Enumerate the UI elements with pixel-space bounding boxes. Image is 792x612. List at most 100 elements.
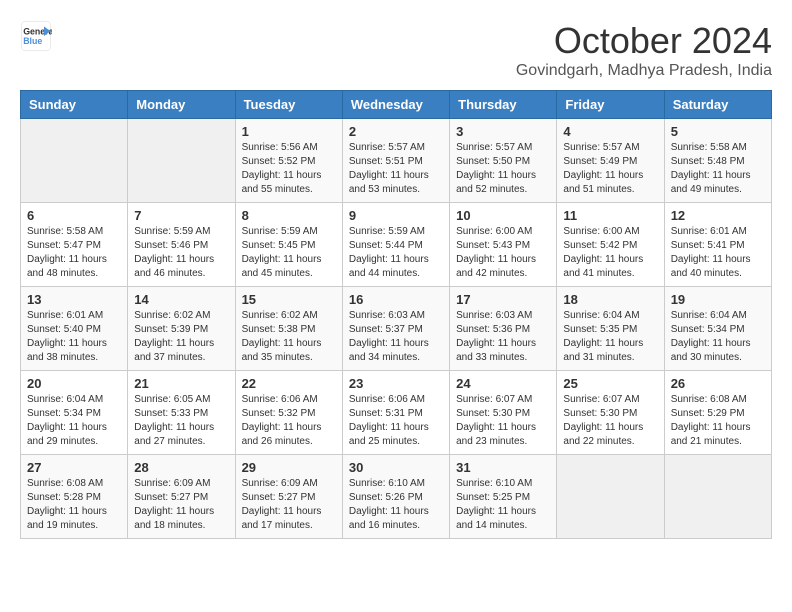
calendar-cell: 2 Sunrise: 5:57 AMSunset: 5:51 PMDaylight… <box>342 119 449 203</box>
calendar-cell: 9 Sunrise: 5:59 AMSunset: 5:44 PMDaylight… <box>342 203 449 287</box>
calendar-cell: 3 Sunrise: 5:57 AMSunset: 5:50 PMDaylight… <box>450 119 557 203</box>
weekday-header-saturday: Saturday <box>664 91 771 119</box>
cell-info: Sunrise: 5:56 AMSunset: 5:52 PMDaylight:… <box>242 141 336 197</box>
location-title: Govindgarh, Madhya Pradesh, India <box>516 62 772 80</box>
cell-info: Sunrise: 5:59 AMSunset: 5:46 PMDaylight:… <box>134 225 228 281</box>
day-number: 4 <box>563 124 657 139</box>
calendar-cell: 7 Sunrise: 5:59 AMSunset: 5:46 PMDaylight… <box>128 203 235 287</box>
weekday-header-friday: Friday <box>557 91 664 119</box>
cell-info: Sunrise: 6:02 AMSunset: 5:39 PMDaylight:… <box>134 309 228 365</box>
calendar-cell: 30Sunrise: 6:10 AMSunset: 5:26 PMDayligh… <box>342 455 449 539</box>
day-number: 9 <box>349 208 443 223</box>
weekday-header-thursday: Thursday <box>450 91 557 119</box>
cell-info: Sunrise: 5:58 AMSunset: 5:48 PMDaylight:… <box>671 141 765 197</box>
day-number: 6 <box>27 208 121 223</box>
day-number: 15 <box>242 292 336 307</box>
cell-info: Sunrise: 6:10 AMSunset: 5:25 PMDaylight:… <box>456 477 550 533</box>
day-number: 8 <box>242 208 336 223</box>
weekday-header-sunday: Sunday <box>21 91 128 119</box>
cell-info: Sunrise: 6:04 AMSunset: 5:35 PMDaylight:… <box>563 309 657 365</box>
day-number: 28 <box>134 460 228 475</box>
weekday-header-monday: Monday <box>128 91 235 119</box>
calendar-cell: 15 Sunrise: 6:02 AMSunset: 5:38 PMDayligh… <box>235 287 342 371</box>
calendar-cell <box>557 455 664 539</box>
cell-info: Sunrise: 5:57 AMSunset: 5:50 PMDaylight:… <box>456 141 550 197</box>
day-number: 3 <box>456 124 550 139</box>
calendar-cell: 13 Sunrise: 6:01 AMSunset: 5:40 PMDayligh… <box>21 287 128 371</box>
calendar-cell: 28Sunrise: 6:09 AMSunset: 5:27 PMDayligh… <box>128 455 235 539</box>
calendar-cell: 1 Sunrise: 5:56 AMSunset: 5:52 PMDaylight… <box>235 119 342 203</box>
weekday-header-wednesday: Wednesday <box>342 91 449 119</box>
day-number: 7 <box>134 208 228 223</box>
cell-info: Sunrise: 6:03 AMSunset: 5:37 PMDaylight:… <box>349 309 443 365</box>
calendar-cell: 29 Sunrise: 6:09 AMSunset: 5:27 PMDayligh… <box>235 455 342 539</box>
day-number: 19 <box>671 292 765 307</box>
calendar-cell <box>664 455 771 539</box>
weekday-header-tuesday: Tuesday <box>235 91 342 119</box>
day-number: 18 <box>563 292 657 307</box>
calendar-cell: 21Sunrise: 6:05 AMSunset: 5:33 PMDayligh… <box>128 371 235 455</box>
cell-info: Sunrise: 6:00 AMSunset: 5:42 PMDaylight:… <box>563 225 657 281</box>
cell-info: Sunrise: 6:03 AMSunset: 5:36 PMDaylight:… <box>456 309 550 365</box>
page-header: General Blue October 2024 Govindgarh, Ma… <box>20 20 772 80</box>
day-number: 2 <box>349 124 443 139</box>
calendar-cell: 22 Sunrise: 6:06 AMSunset: 5:32 PMDayligh… <box>235 371 342 455</box>
calendar-cell <box>128 119 235 203</box>
calendar-cell: 4 Sunrise: 5:57 AMSunset: 5:49 PMDaylight… <box>557 119 664 203</box>
calendar-cell: 19 Sunrise: 6:04 AMSunset: 5:34 PMDayligh… <box>664 287 771 371</box>
cell-info: Sunrise: 5:57 AMSunset: 5:51 PMDaylight:… <box>349 141 443 197</box>
calendar-cell: 16Sunrise: 6:03 AMSunset: 5:37 PMDayligh… <box>342 287 449 371</box>
cell-info: Sunrise: 6:07 AMSunset: 5:30 PMDaylight:… <box>456 393 550 449</box>
cell-info: Sunrise: 5:58 AMSunset: 5:47 PMDaylight:… <box>27 225 121 281</box>
day-number: 17 <box>456 292 550 307</box>
day-number: 24 <box>456 376 550 391</box>
cell-info: Sunrise: 6:07 AMSunset: 5:30 PMDaylight:… <box>563 393 657 449</box>
cell-info: Sunrise: 6:08 AMSunset: 5:29 PMDaylight:… <box>671 393 765 449</box>
logo-icon: General Blue <box>20 20 52 52</box>
day-number: 12 <box>671 208 765 223</box>
calendar-cell <box>21 119 128 203</box>
cell-info: Sunrise: 6:01 AMSunset: 5:40 PMDaylight:… <box>27 309 121 365</box>
calendar-cell: 20Sunrise: 6:04 AMSunset: 5:34 PMDayligh… <box>21 371 128 455</box>
calendar-cell: 24 Sunrise: 6:07 AMSunset: 5:30 PMDayligh… <box>450 371 557 455</box>
cell-info: Sunrise: 6:04 AMSunset: 5:34 PMDaylight:… <box>671 309 765 365</box>
day-number: 13 <box>27 292 121 307</box>
day-number: 5 <box>671 124 765 139</box>
day-number: 20 <box>27 376 121 391</box>
svg-text:Blue: Blue <box>23 36 42 46</box>
cell-info: Sunrise: 6:01 AMSunset: 5:41 PMDaylight:… <box>671 225 765 281</box>
calendar-cell: 31 Sunrise: 6:10 AMSunset: 5:25 PMDayligh… <box>450 455 557 539</box>
calendar-cell: 14 Sunrise: 6:02 AMSunset: 5:39 PMDayligh… <box>128 287 235 371</box>
day-number: 23 <box>349 376 443 391</box>
cell-info: Sunrise: 6:00 AMSunset: 5:43 PMDaylight:… <box>456 225 550 281</box>
calendar-cell: 18 Sunrise: 6:04 AMSunset: 5:35 PMDayligh… <box>557 287 664 371</box>
calendar-cell: 10Sunrise: 6:00 AMSunset: 5:43 PMDayligh… <box>450 203 557 287</box>
day-number: 27 <box>27 460 121 475</box>
calendar-cell: 8 Sunrise: 5:59 AMSunset: 5:45 PMDaylight… <box>235 203 342 287</box>
day-number: 31 <box>456 460 550 475</box>
calendar-cell: 23Sunrise: 6:06 AMSunset: 5:31 PMDayligh… <box>342 371 449 455</box>
calendar-cell: 5 Sunrise: 5:58 AMSunset: 5:48 PMDaylight… <box>664 119 771 203</box>
day-number: 29 <box>242 460 336 475</box>
day-number: 14 <box>134 292 228 307</box>
calendar-cell: 6 Sunrise: 5:58 AMSunset: 5:47 PMDaylight… <box>21 203 128 287</box>
day-number: 1 <box>242 124 336 139</box>
calendar-cell: 17 Sunrise: 6:03 AMSunset: 5:36 PMDayligh… <box>450 287 557 371</box>
cell-info: Sunrise: 6:09 AMSunset: 5:27 PMDaylight:… <box>242 477 336 533</box>
month-title: October 2024 <box>516 20 772 62</box>
day-number: 22 <box>242 376 336 391</box>
day-number: 25 <box>563 376 657 391</box>
calendar-cell: 11Sunrise: 6:00 AMSunset: 5:42 PMDayligh… <box>557 203 664 287</box>
calendar-cell: 27Sunrise: 6:08 AMSunset: 5:28 PMDayligh… <box>21 455 128 539</box>
calendar-cell: 25 Sunrise: 6:07 AMSunset: 5:30 PMDayligh… <box>557 371 664 455</box>
cell-info: Sunrise: 5:59 AMSunset: 5:45 PMDaylight:… <box>242 225 336 281</box>
cell-info: Sunrise: 5:59 AMSunset: 5:44 PMDaylight:… <box>349 225 443 281</box>
day-number: 30 <box>349 460 443 475</box>
calendar-table: SundayMondayTuesdayWednesdayThursdayFrid… <box>20 90 772 539</box>
cell-info: Sunrise: 5:57 AMSunset: 5:49 PMDaylight:… <box>563 141 657 197</box>
cell-info: Sunrise: 6:05 AMSunset: 5:33 PMDaylight:… <box>134 393 228 449</box>
cell-info: Sunrise: 6:02 AMSunset: 5:38 PMDaylight:… <box>242 309 336 365</box>
calendar-cell: 26Sunrise: 6:08 AMSunset: 5:29 PMDayligh… <box>664 371 771 455</box>
title-section: October 2024 Govindgarh, Madhya Pradesh,… <box>516 20 772 80</box>
cell-info: Sunrise: 6:06 AMSunset: 5:32 PMDaylight:… <box>242 393 336 449</box>
